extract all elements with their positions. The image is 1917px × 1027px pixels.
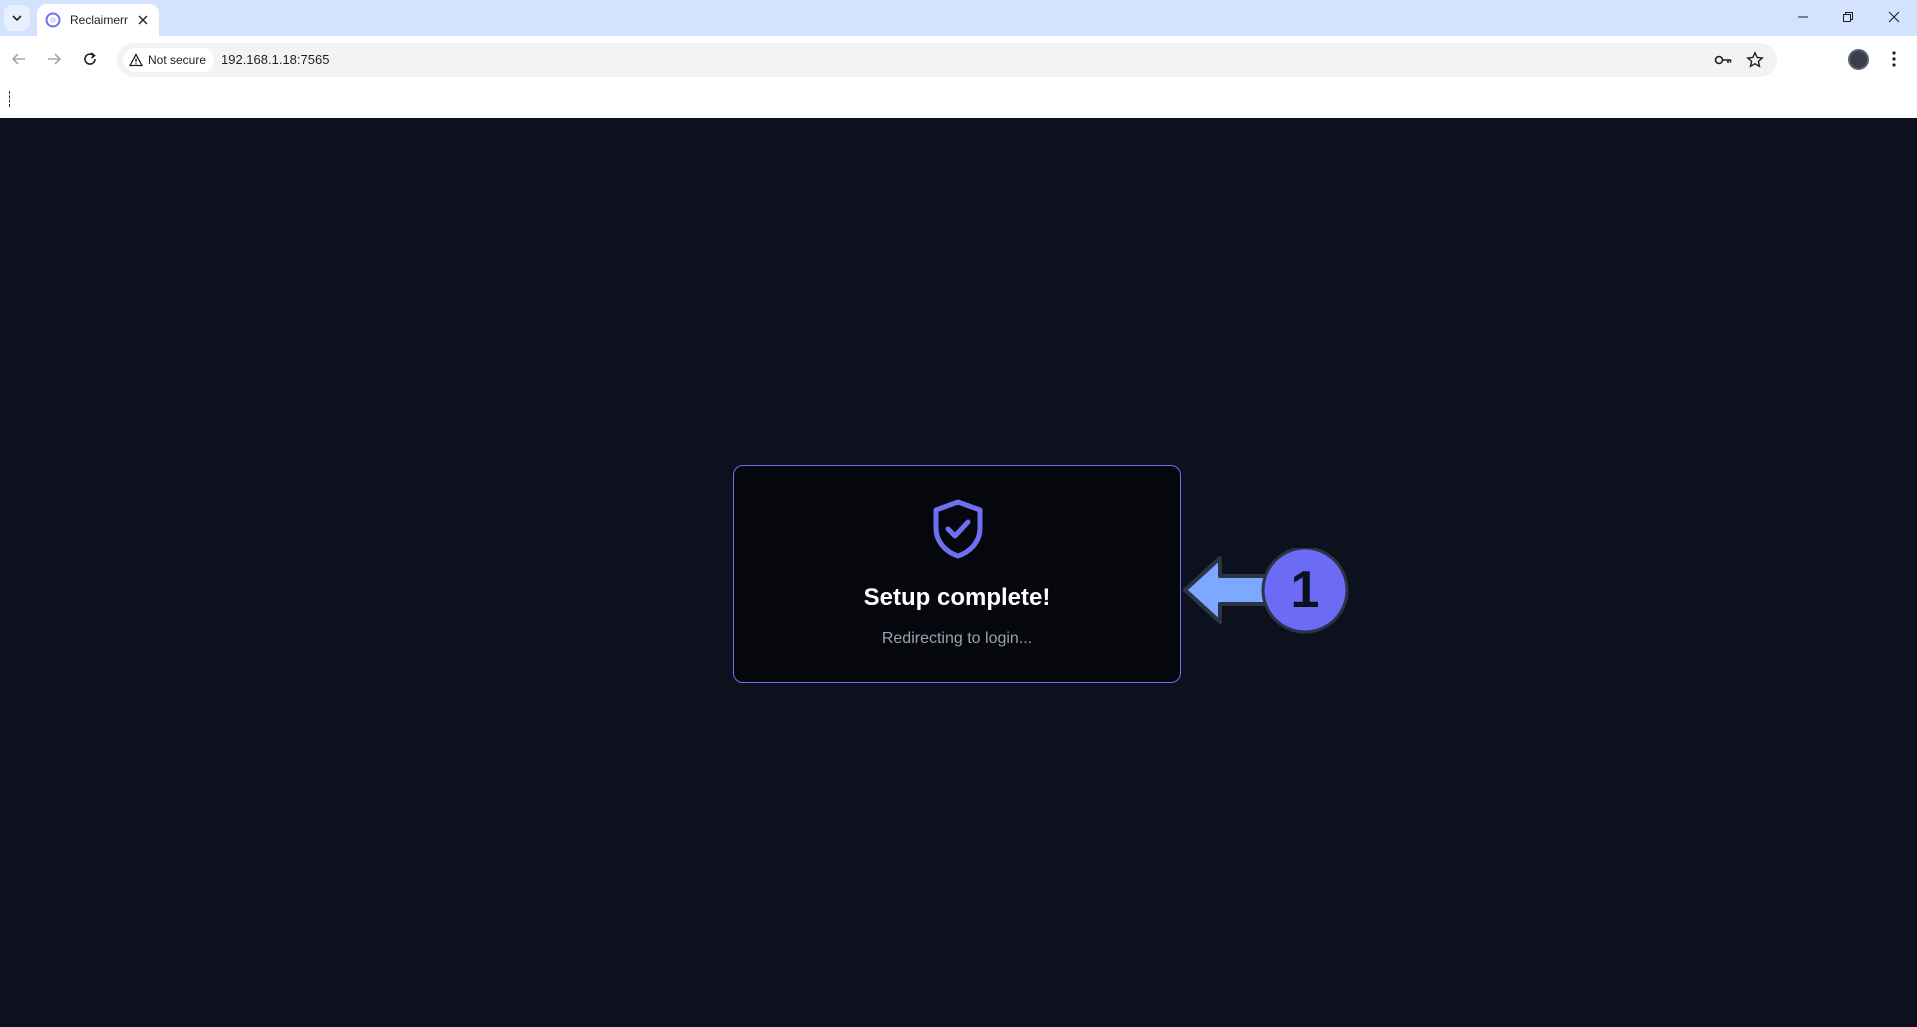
- chevron-down-icon: [12, 15, 22, 22]
- tab-search-button[interactable]: [4, 5, 30, 31]
- url-text[interactable]: 192.168.1.18:7565: [221, 52, 329, 67]
- setup-complete-title: Setup complete!: [863, 584, 1051, 611]
- setup-complete-card: Setup complete! Redirecting to login...: [733, 465, 1181, 683]
- browser-toolbar: Not secure 192.168.1.18:7565: [0, 36, 1917, 83]
- warning-triangle-icon: [129, 53, 143, 67]
- address-bar[interactable]: Not secure 192.168.1.18:7565: [117, 43, 1777, 77]
- forward-button[interactable]: [39, 44, 69, 74]
- forward-arrow-icon: [48, 53, 62, 65]
- browser-tab[interactable]: Reclaimerr: [37, 4, 159, 36]
- security-label: Not secure: [148, 53, 207, 67]
- security-indicator[interactable]: Not secure: [123, 48, 215, 72]
- tab-strip: Reclaimerr: [0, 0, 1917, 36]
- redirect-message: Redirecting to login...: [881, 630, 1033, 647]
- text-caret: [9, 91, 10, 107]
- browser-menu-button[interactable]: [1882, 47, 1906, 71]
- restore-icon: [1843, 12, 1853, 22]
- tab-title: Reclaimerr: [70, 13, 129, 27]
- close-icon: [1888, 11, 1900, 23]
- step-number-badge: 1: [1290, 561, 1320, 619]
- back-button[interactable]: [4, 44, 34, 74]
- minimize-icon: [1798, 16, 1808, 18]
- profile-avatar[interactable]: [1848, 49, 1869, 70]
- minimize-button[interactable]: [1780, 0, 1826, 34]
- reload-icon: [84, 52, 96, 65]
- more-vertical-icon: [1892, 51, 1896, 67]
- shield-check-icon: [930, 498, 986, 560]
- password-key-icon[interactable]: [1713, 50, 1733, 70]
- reclaimerr-favicon-icon: [45, 12, 61, 28]
- restore-button[interactable]: [1825, 0, 1871, 34]
- bookmarks-bar: [0, 83, 1917, 118]
- reload-button[interactable]: [75, 44, 105, 74]
- bookmark-star-icon[interactable]: [1745, 50, 1765, 70]
- back-arrow-icon: [11, 53, 25, 65]
- close-window-button[interactable]: [1871, 0, 1917, 34]
- tab-close-icon[interactable]: [135, 12, 151, 28]
